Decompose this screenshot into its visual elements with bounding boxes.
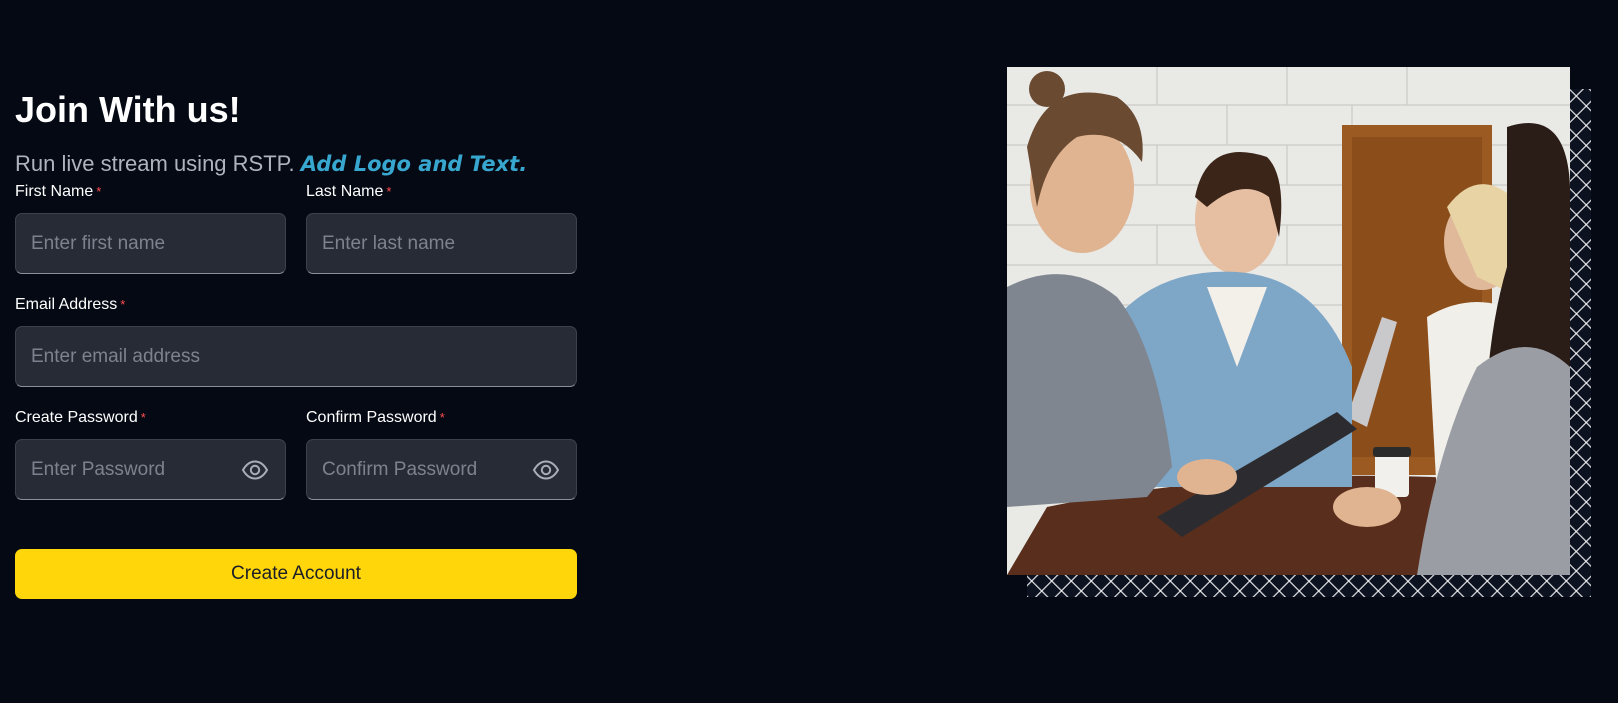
required-marker: * bbox=[140, 410, 146, 425]
signup-form: Join With us! Run live stream using RSTP… bbox=[15, 88, 577, 599]
email-input[interactable]: Enter email address bbox=[15, 326, 577, 387]
last-name-label-text: Last Name bbox=[306, 183, 384, 200]
email-label-text: Email Address bbox=[15, 296, 118, 313]
required-marker: * bbox=[96, 184, 102, 199]
eye-icon[interactable] bbox=[532, 459, 560, 480]
password-label-text: Create Password bbox=[15, 409, 138, 426]
email-row: Email Address * Enter email address bbox=[15, 296, 577, 387]
last-name-label: Last Name * bbox=[306, 183, 577, 201]
subtitle-text: Run live stream using RSTP. bbox=[15, 151, 295, 176]
password-input[interactable]: Enter Password bbox=[15, 439, 286, 500]
first-name-input[interactable]: Enter first name bbox=[15, 213, 286, 274]
confirm-password-field: Confirm Password * Confirm Password bbox=[306, 409, 577, 500]
confirm-password-input[interactable]: Confirm Password bbox=[306, 439, 577, 500]
first-name-placeholder: Enter first name bbox=[31, 232, 166, 254]
email-field: Email Address * Enter email address bbox=[15, 296, 577, 387]
password-placeholder: Enter Password bbox=[31, 458, 166, 480]
page-subtitle: Run live stream using RSTP. Add Logo and… bbox=[15, 149, 577, 179]
confirm-password-placeholder: Confirm Password bbox=[322, 458, 478, 480]
last-name-field: Last Name * Enter last name bbox=[306, 183, 577, 274]
subtitle-accent-text: Add Logo and Text. bbox=[300, 152, 528, 176]
email-placeholder: Enter email address bbox=[31, 345, 200, 367]
name-row: First Name * Enter first name Last Name * … bbox=[15, 183, 577, 274]
first-name-field: First Name * Enter first name bbox=[15, 183, 286, 274]
hero-photo bbox=[1007, 67, 1570, 575]
password-label: Create Password * bbox=[15, 409, 286, 427]
required-marker: * bbox=[439, 410, 445, 425]
first-name-label: First Name * bbox=[15, 183, 286, 201]
eye-icon[interactable] bbox=[241, 459, 269, 480]
email-label: Email Address * bbox=[15, 296, 577, 314]
confirm-password-label-text: Confirm Password bbox=[306, 409, 437, 426]
create-account-button[interactable]: Create Account bbox=[15, 549, 577, 599]
confirm-password-label: Confirm Password * bbox=[306, 409, 577, 427]
signup-page: Join With us! Run live stream using RSTP… bbox=[0, 0, 1618, 703]
required-marker: * bbox=[120, 297, 126, 312]
required-marker: * bbox=[386, 184, 392, 199]
first-name-label-text: First Name bbox=[15, 183, 94, 200]
last-name-input[interactable]: Enter last name bbox=[306, 213, 577, 274]
password-field: Create Password * Enter Password bbox=[15, 409, 286, 500]
last-name-placeholder: Enter last name bbox=[322, 232, 456, 254]
page-title: Join With us! bbox=[15, 89, 241, 130]
team-meeting-illustration bbox=[1007, 67, 1570, 575]
password-row: Create Password * Enter Password Confirm … bbox=[15, 409, 577, 500]
